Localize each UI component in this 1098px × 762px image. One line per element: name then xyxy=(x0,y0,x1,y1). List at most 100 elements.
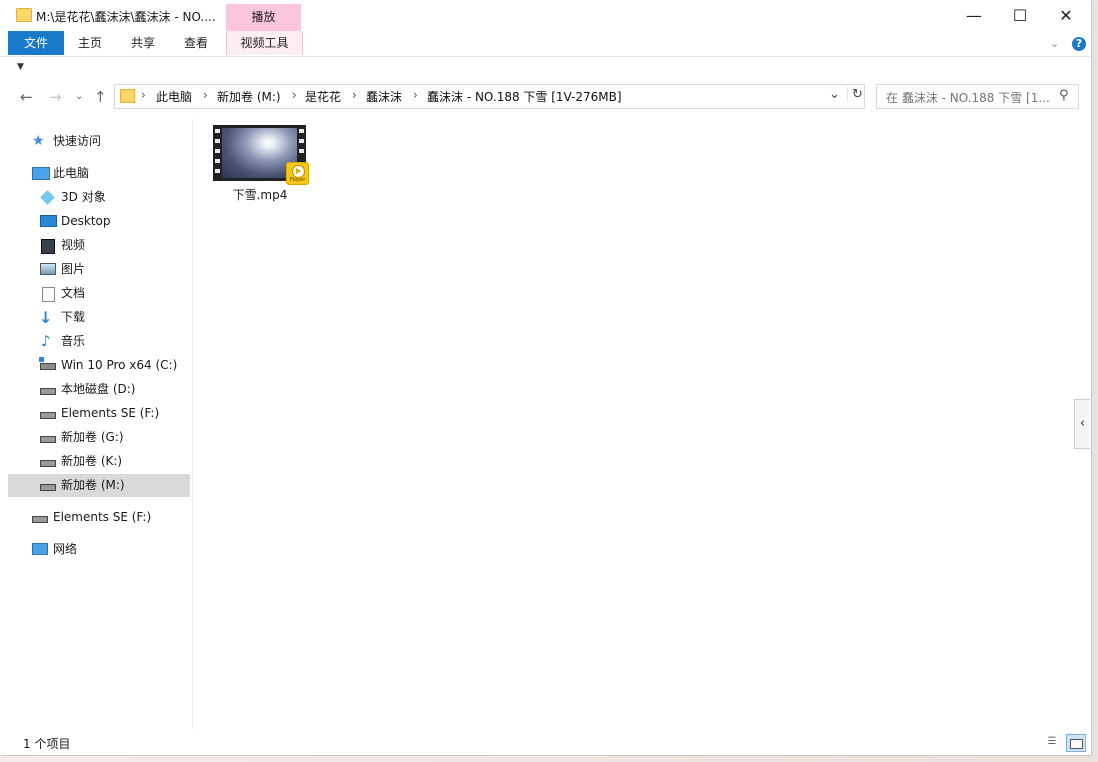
nav-item-label: Desktop xyxy=(61,214,111,228)
nav-quick-access[interactable]: ★ 快速访问 xyxy=(8,130,190,153)
nav-item-videos[interactable]: 视频 xyxy=(8,234,190,257)
tab-home[interactable]: 主页 xyxy=(68,31,112,55)
title-bar: M:\是花花\蠢沫沫\蠢沫沫 - NO.... 播放 — ☐ ✕ xyxy=(0,0,1091,31)
customize-toolbar-dropdown-icon[interactable]: ▼ xyxy=(17,62,24,72)
player-badge-icon: Player xyxy=(286,162,309,185)
breadcrumb-chevron-icon[interactable]: › xyxy=(413,88,418,102)
breadcrumb-folder-1[interactable]: 是花花 xyxy=(305,88,341,105)
help-icon[interactable]: ? xyxy=(1072,37,1086,51)
nav-item-external-drive-f[interactable]: Elements SE (F:) xyxy=(8,506,190,529)
navigation-pane: ★ 快速访问 此电脑 3D 对象 Desktop 视频 图片 文档 ↓ 下载 ♪… xyxy=(8,120,190,720)
nav-item-label: 视频 xyxy=(61,238,86,252)
search-input[interactable]: 在 蠢沫沫 - NO.188 下雪 [1... xyxy=(886,89,1054,106)
nav-item-drive-m[interactable]: 新加卷 (M:) xyxy=(8,474,190,497)
network-icon xyxy=(32,543,48,555)
nav-item-label: 快速访问 xyxy=(53,134,102,148)
close-button[interactable]: ✕ xyxy=(1043,0,1089,31)
film-sprocket xyxy=(215,129,220,133)
film-sprocket xyxy=(215,159,220,163)
explorer-window: M:\是花花\蠢沫沫\蠢沫沫 - NO.... 播放 — ☐ ✕ 文件 主页 共… xyxy=(0,0,1091,755)
contextual-tab-group-play[interactable]: 播放 xyxy=(226,4,301,31)
nav-item-label: 此电脑 xyxy=(53,166,90,180)
minimize-button[interactable]: — xyxy=(951,0,997,31)
address-dropdown-chevron-icon[interactable]: ⌄ xyxy=(829,87,840,102)
breadcrumb-chevron-icon[interactable]: › xyxy=(203,88,208,102)
search-box[interactable]: 在 蠢沫沫 - NO.188 下雪 [1... ⚲ xyxy=(876,84,1079,109)
quick-access-toolbar: ▼ xyxy=(0,57,1091,80)
refresh-icon[interactable]: ↻ xyxy=(847,87,863,102)
breadcrumb-chevron-icon[interactable]: › xyxy=(141,88,146,102)
nav-item-label: 本地磁盘 (D:) xyxy=(61,382,136,396)
breadcrumb-chevron-icon[interactable]: › xyxy=(292,88,297,102)
nav-item-label: Elements SE (F:) xyxy=(53,510,152,524)
status-item-count: 1 个项目 xyxy=(23,737,71,751)
pane-divider[interactable] xyxy=(192,118,193,730)
breadcrumb-drive-m[interactable]: 新加卷 (M:) xyxy=(217,88,281,105)
nav-item-label: 新加卷 (G:) xyxy=(61,430,124,444)
drive-icon xyxy=(40,388,56,395)
nav-item-drive-k[interactable]: 新加卷 (K:) xyxy=(8,450,190,473)
nav-item-music[interactable]: ♪ 音乐 xyxy=(8,330,190,353)
breadcrumb-folder-2[interactable]: 蠢沫沫 xyxy=(366,88,402,105)
file-name[interactable]: 下雪.mp4 xyxy=(206,186,314,203)
player-badge-label: Player xyxy=(289,177,306,183)
drive-icon xyxy=(32,516,48,523)
address-bar[interactable]: › 此电脑 › 新加卷 (M:) › 是花花 › 蠢沫沫 › 蠢沫沫 - NO.… xyxy=(114,84,865,109)
film-sprocket xyxy=(215,139,220,143)
nav-item-documents[interactable]: 文档 xyxy=(8,282,190,305)
tab-share[interactable]: 共享 xyxy=(121,31,165,55)
film-sprocket xyxy=(299,149,304,153)
recent-locations-chevron-icon[interactable]: ⌄ xyxy=(75,91,83,102)
nav-item-drive-c[interactable]: Win 10 Pro x64 (C:) xyxy=(8,354,190,377)
computer-icon xyxy=(32,167,50,180)
film-sprocket xyxy=(215,169,220,173)
maximize-button[interactable]: ☐ xyxy=(997,0,1043,31)
tab-file[interactable]: 文件 xyxy=(8,31,64,55)
film-sprocket xyxy=(299,139,304,143)
nav-this-pc[interactable]: 此电脑 xyxy=(8,162,190,185)
drive-icon xyxy=(40,484,56,491)
breadcrumb-current-folder[interactable]: 蠢沫沫 - NO.188 下雪 [1V-276MB] xyxy=(427,88,622,105)
breadcrumb-chevron-icon[interactable]: › xyxy=(352,88,357,102)
breadcrumb-this-pc[interactable]: 此电脑 xyxy=(156,88,192,105)
ribbon-expand-chevron-icon[interactable]: ⌄ xyxy=(1050,37,1059,50)
nav-item-drive-d[interactable]: 本地磁盘 (D:) xyxy=(8,378,190,401)
tab-video-tools[interactable]: 视频工具 xyxy=(226,31,303,55)
nav-network[interactable]: 网络 xyxy=(8,538,190,561)
nav-item-downloads[interactable]: ↓ 下载 xyxy=(8,306,190,329)
nav-item-3d-objects[interactable]: 3D 对象 xyxy=(8,186,190,209)
nav-item-desktop[interactable]: Desktop xyxy=(8,210,190,233)
nav-item-label: Win 10 Pro x64 (C:) xyxy=(61,358,178,372)
windows-logo-icon xyxy=(39,357,44,362)
nav-item-label: 下载 xyxy=(61,310,86,324)
video-folder-icon xyxy=(41,239,55,254)
folder-icon xyxy=(120,89,135,103)
search-icon[interactable]: ⚲ xyxy=(1059,88,1069,103)
drive-icon xyxy=(40,436,56,443)
tab-view[interactable]: 查看 xyxy=(174,31,218,55)
back-arrow-icon[interactable]: ← xyxy=(20,88,33,106)
up-arrow-icon[interactable]: ↑ xyxy=(94,88,107,106)
nav-item-pictures[interactable]: 图片 xyxy=(8,258,190,281)
details-view-icon[interactable]: ☰ xyxy=(1043,734,1061,750)
nav-item-drive-g[interactable]: 新加卷 (G:) xyxy=(8,426,190,449)
window-title: M:\是花花\蠢沫沫\蠢沫沫 - NO.... xyxy=(36,10,216,24)
nav-item-label: 3D 对象 xyxy=(61,190,106,204)
large-icons-view-icon[interactable] xyxy=(1066,734,1086,752)
folder-icon xyxy=(16,8,32,22)
drive-icon xyxy=(40,460,56,467)
windows-drive-icon xyxy=(40,363,56,370)
desktop-icon xyxy=(40,215,57,227)
cube-3d-icon xyxy=(40,190,55,205)
nav-item-label: 网络 xyxy=(53,542,78,556)
pictures-folder-icon xyxy=(40,263,56,275)
forward-arrow-icon[interactable]: → xyxy=(49,88,62,106)
drive-icon xyxy=(40,412,56,419)
nav-item-drive-f[interactable]: Elements SE (F:) xyxy=(8,402,190,425)
preview-pane-toggle-chevron-icon[interactable]: ‹ xyxy=(1074,399,1090,449)
film-sprocket xyxy=(215,149,220,153)
film-sprocket xyxy=(299,129,304,133)
documents-folder-icon xyxy=(42,287,55,302)
star-icon: ★ xyxy=(32,133,45,149)
nav-item-label: 音乐 xyxy=(61,334,86,348)
